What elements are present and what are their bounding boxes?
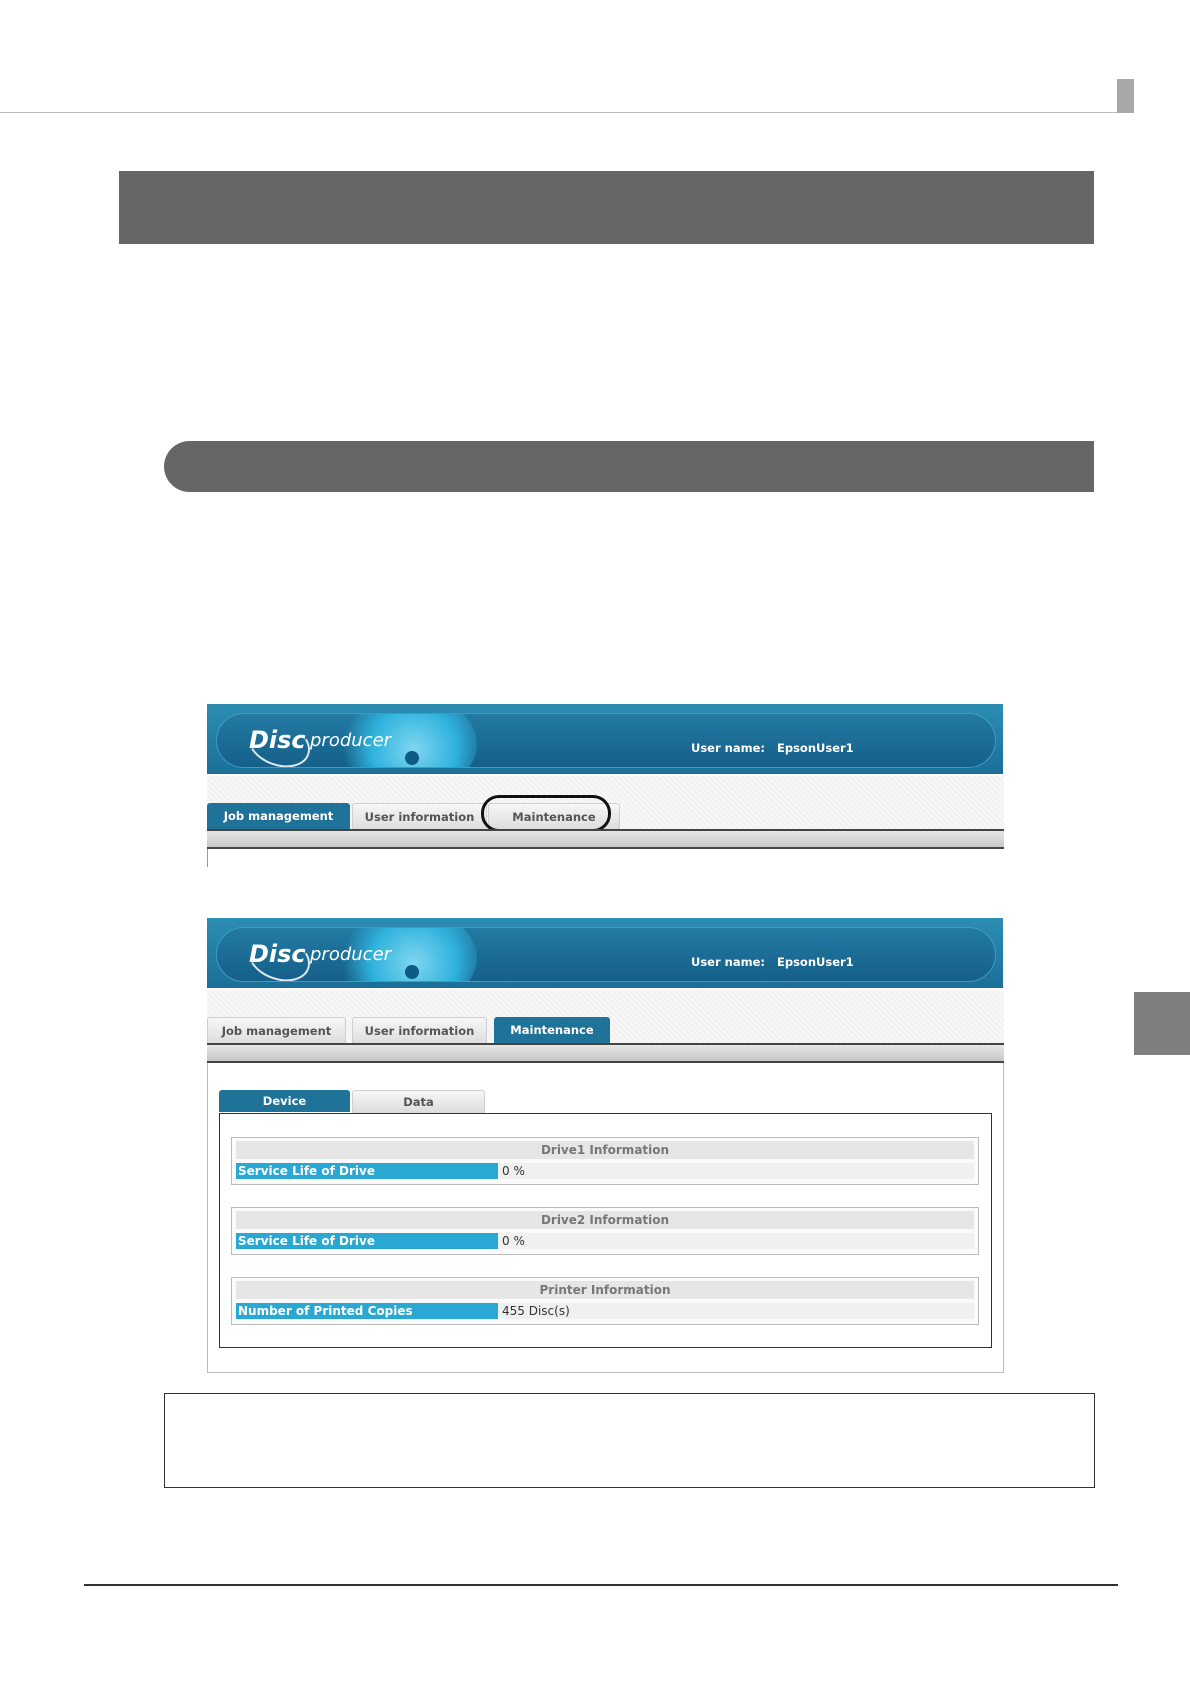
- maintenance-highlight-circle: [481, 795, 611, 832]
- tab-bar-base: [207, 1043, 1004, 1063]
- logo-disc: Disc: [249, 940, 306, 968]
- tab-job-management[interactable]: Job management: [207, 1017, 346, 1044]
- user-name-value: EpsonUser1: [777, 741, 854, 755]
- chapter-side-tab: [1134, 992, 1190, 1055]
- subtab-data[interactable]: Data: [352, 1090, 485, 1113]
- tab-user-information[interactable]: User information: [352, 803, 487, 830]
- logo-producer: producer: [310, 944, 392, 965]
- header-pill: Disc producer User name: EpsonUser1: [216, 927, 996, 982]
- drive1-info-row: Service Life of Drive 0 %: [236, 1163, 974, 1179]
- logo-producer: producer: [310, 730, 392, 751]
- app-header: Disc producer User name: EpsonUser1: [207, 704, 1003, 774]
- tab-strip: Job management User information Maintena…: [207, 776, 1004, 832]
- header-marker: [1117, 79, 1134, 113]
- subsection-heading-band: [164, 441, 1094, 492]
- drive1-info-box: Drive1 Information Service Life of Drive…: [231, 1137, 979, 1185]
- header-pill: Disc producer User name: EpsonUser1: [216, 713, 996, 768]
- printer-info-box: Printer Information Number of Printed Co…: [231, 1277, 979, 1325]
- drive2-service-life-value: 0 %: [502, 1234, 525, 1248]
- content-left-edge: [207, 849, 208, 867]
- top-rule: [0, 112, 1134, 113]
- tab-user-information[interactable]: User information: [352, 1017, 487, 1044]
- subtab-device[interactable]: Device: [219, 1090, 350, 1112]
- note-box: [164, 1393, 1095, 1488]
- user-name-label: User name:: [691, 741, 765, 755]
- printed-copies-value: 455 Disc(s): [502, 1304, 570, 1318]
- printer-info-title: Printer Information: [236, 1281, 974, 1299]
- printed-copies-label: Number of Printed Copies: [236, 1303, 498, 1319]
- footer-rule: [84, 1584, 1118, 1586]
- drive1-service-life-label: Service Life of Drive: [236, 1163, 498, 1179]
- logo-disc: Disc: [249, 726, 306, 754]
- tab-bar-base: [207, 829, 1004, 849]
- section-heading-band: [119, 171, 1094, 244]
- drive2-info-row: Service Life of Drive 0 %: [236, 1233, 974, 1249]
- app-header: Disc producer User name: EpsonUser1: [207, 918, 1003, 988]
- printer-info-row: Number of Printed Copies 455 Disc(s): [236, 1303, 974, 1319]
- user-name-value: EpsonUser1: [777, 955, 854, 969]
- tab-job-management[interactable]: Job management: [207, 803, 350, 829]
- user-name-label: User name:: [691, 955, 765, 969]
- drive1-info-title: Drive1 Information: [236, 1141, 974, 1159]
- drive2-service-life-label: Service Life of Drive: [236, 1233, 498, 1249]
- tab-maintenance[interactable]: Maintenance: [494, 1017, 610, 1043]
- drive2-info-title: Drive2 Information: [236, 1211, 974, 1229]
- tab-strip: Job management User information Maintena…: [207, 990, 1004, 1045]
- drive1-service-life-value: 0 %: [502, 1164, 525, 1178]
- cd-hole: [405, 965, 419, 979]
- drive2-info-box: Drive2 Information Service Life of Drive…: [231, 1207, 979, 1255]
- cd-hole: [405, 751, 419, 765]
